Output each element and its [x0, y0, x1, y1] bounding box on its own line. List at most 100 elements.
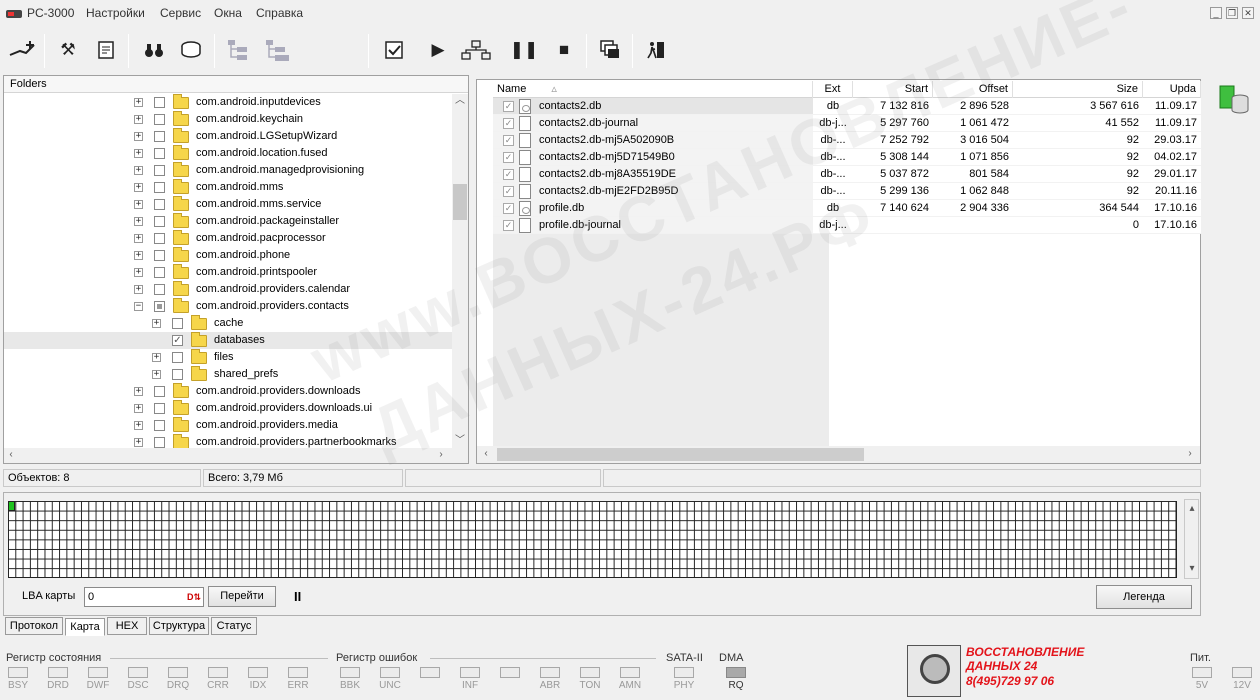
expander-icon[interactable]: −: [134, 302, 143, 311]
file-checkbox[interactable]: ✓: [503, 118, 514, 129]
tree-item[interactable]: + com.android.mms: [4, 179, 452, 196]
sector-map-scrollbar[interactable]: ▴ ▾: [1184, 499, 1199, 579]
tab-status[interactable]: Статус: [211, 617, 257, 635]
expander-icon[interactable]: +: [152, 353, 161, 362]
tree-item-checkbox[interactable]: [154, 114, 165, 125]
windows-icon[interactable]: [594, 32, 626, 68]
tab-structure[interactable]: Структура: [149, 617, 209, 635]
expander-icon[interactable]: +: [134, 166, 143, 175]
disk-icon[interactable]: [176, 32, 208, 68]
expander-icon[interactable]: +: [134, 200, 143, 209]
restore-button[interactable]: ❐: [1226, 7, 1238, 19]
exit-icon[interactable]: [640, 32, 672, 68]
tree-item[interactable]: + com.android.phone: [4, 247, 452, 264]
column-name[interactable]: Name ▵: [493, 81, 813, 98]
folder-tree-vscrollbar[interactable]: ︿ ﹀: [452, 94, 468, 448]
scroll-up-icon[interactable]: ︿: [453, 94, 467, 108]
scroll-icon[interactable]: [90, 32, 122, 68]
file-row[interactable]: ✓ contacts2.db-mj8A35519DE db-... 5 037 8…: [493, 166, 1201, 183]
connect-icon[interactable]: [6, 32, 38, 68]
lba-spin-icon[interactable]: D⇅: [187, 589, 201, 605]
file-checkbox[interactable]: ✓: [503, 152, 514, 163]
tree-item[interactable]: + com.android.LGSetupWizard: [4, 128, 452, 145]
expander-icon[interactable]: +: [152, 319, 161, 328]
expander-icon[interactable]: +: [134, 149, 143, 158]
tree-item-checkbox[interactable]: [154, 301, 165, 312]
expander-icon[interactable]: +: [134, 387, 143, 396]
tree-item[interactable]: ✓ databases: [4, 332, 452, 349]
expander-icon[interactable]: +: [134, 183, 143, 192]
file-list-hscrollbar[interactable]: ‹ ›: [477, 446, 1200, 463]
scroll-down-icon[interactable]: ▾: [1185, 562, 1199, 576]
tree-item-checkbox[interactable]: [154, 233, 165, 244]
tree-item-checkbox[interactable]: [154, 182, 165, 193]
menu-settings[interactable]: Настройки: [86, 6, 145, 20]
file-checkbox[interactable]: ✓: [503, 169, 514, 180]
tab-hex[interactable]: HEX: [107, 617, 147, 635]
tree-item-checkbox[interactable]: [172, 318, 183, 329]
file-checkbox[interactable]: ✓: [503, 186, 514, 197]
column-size[interactable]: Size: [1013, 81, 1143, 98]
expander-icon[interactable]: +: [152, 370, 161, 379]
file-row[interactable]: ✓ profile.db db 7 140 624 2 904 336 364 544…: [493, 200, 1201, 217]
menu-help[interactable]: Справка: [256, 6, 303, 20]
tree-item[interactable]: + com.android.mms.service: [4, 196, 452, 213]
column-updated[interactable]: Upda: [1143, 81, 1201, 98]
tree-item[interactable]: + com.android.providers.downloads: [4, 383, 452, 400]
expander-icon[interactable]: +: [134, 98, 143, 107]
file-row[interactable]: ✓ contacts2.db-mj5D71549B0 db-... 5 308 1…: [493, 149, 1201, 166]
column-offset[interactable]: Offset: [933, 81, 1013, 98]
tools-icon[interactable]: ⚒: [52, 32, 84, 68]
tree-item[interactable]: − com.android.providers.contacts: [4, 298, 452, 315]
tree-item[interactable]: + com.android.providers.downloads.ui: [4, 400, 452, 417]
tree-item[interactable]: + com.android.managedprovisioning: [4, 162, 452, 179]
scroll-left-icon[interactable]: ‹: [479, 447, 493, 461]
minimize-button[interactable]: _: [1210, 7, 1222, 19]
tree-item-checkbox[interactable]: [154, 267, 165, 278]
expander-icon[interactable]: +: [134, 421, 143, 430]
tree-item[interactable]: + shared_prefs: [4, 366, 452, 383]
file-checkbox[interactable]: ✓: [503, 220, 514, 231]
file-row[interactable]: ✓ contacts2.db-mj5A502090B db-... 7 252 7…: [493, 132, 1201, 149]
tree-item-checkbox[interactable]: [172, 369, 183, 380]
file-checkbox[interactable]: ✓: [503, 203, 514, 214]
graph-icon[interactable]: [460, 32, 492, 68]
tree-item-checkbox[interactable]: ✓: [172, 335, 183, 346]
expander-icon[interactable]: +: [134, 285, 143, 294]
lba-input[interactable]: 0: [84, 587, 204, 607]
tree-item[interactable]: + com.android.packageinstaller: [4, 213, 452, 230]
tree-item-checkbox[interactable]: [154, 199, 165, 210]
tree-item[interactable]: + com.android.location.fused: [4, 145, 452, 162]
tree-item-checkbox[interactable]: [154, 386, 165, 397]
scroll-down-icon[interactable]: ﹀: [453, 434, 467, 448]
play-icon[interactable]: ▶: [422, 32, 454, 68]
file-row[interactable]: ✓ profile.db-journal db-j... 0 17.10.16: [493, 217, 1201, 234]
expander-icon[interactable]: +: [134, 217, 143, 226]
menu-windows[interactable]: Окна: [214, 6, 242, 20]
column-start[interactable]: Start: [853, 81, 933, 98]
file-checkbox[interactable]: ✓: [503, 101, 514, 112]
tree-item-checkbox[interactable]: [154, 216, 165, 227]
tree-item-checkbox[interactable]: [154, 148, 165, 159]
tree-item[interactable]: + com.android.inputdevices: [4, 94, 452, 111]
check-icon[interactable]: [378, 32, 410, 68]
expander-icon[interactable]: +: [134, 132, 143, 141]
sector-map-grid[interactable]: [8, 501, 1177, 578]
scroll-left-icon[interactable]: ‹: [4, 448, 18, 462]
tree-item-checkbox[interactable]: [154, 97, 165, 108]
goto-button[interactable]: Перейти: [208, 586, 276, 607]
scroll-right-icon[interactable]: ›: [434, 448, 448, 462]
legend-button[interactable]: Легенда: [1096, 585, 1192, 609]
database-icon[interactable]: [1218, 82, 1250, 116]
tree-item[interactable]: + cache: [4, 315, 452, 332]
tree-item[interactable]: + com.android.pacprocessor: [4, 230, 452, 247]
scroll-right-icon[interactable]: ›: [1183, 447, 1197, 461]
scroll-up-icon[interactable]: ▴: [1185, 502, 1199, 516]
expander-icon[interactable]: +: [134, 438, 143, 447]
expander-icon[interactable]: +: [134, 268, 143, 277]
scroll-thumb[interactable]: [497, 448, 864, 461]
tree-alt-icon[interactable]: [262, 32, 294, 68]
expander-icon[interactable]: +: [134, 234, 143, 243]
tree-item-checkbox[interactable]: [154, 165, 165, 176]
map-pause-button[interactable]: II: [294, 589, 301, 604]
